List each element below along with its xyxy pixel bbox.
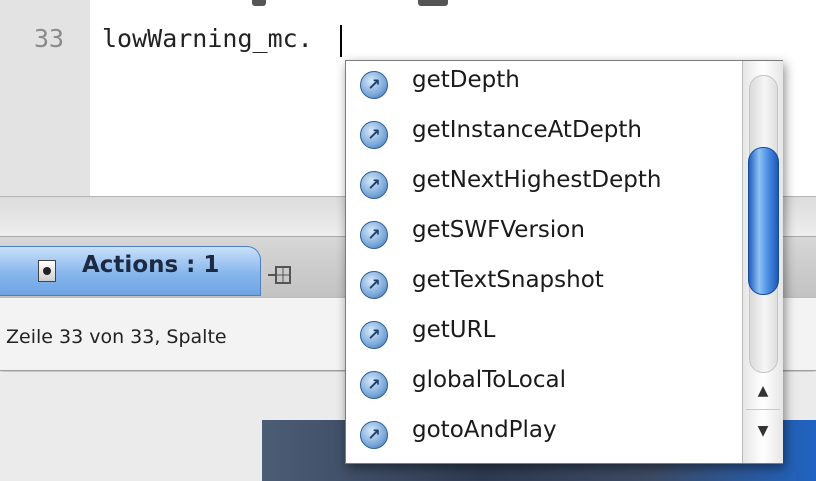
code-hint-item[interactable]: ↗ getDepth bbox=[346, 61, 742, 111]
code-hint-label: getInstanceAtDepth bbox=[412, 117, 642, 143]
code-hint-scrollbar[interactable]: ▲ ▼ bbox=[742, 61, 783, 463]
method-arrow-icon: ↗ bbox=[360, 221, 388, 249]
code-hint-item[interactable]: ↗ getURL bbox=[346, 311, 742, 361]
code-hint-label: getDepth bbox=[412, 67, 520, 93]
code-hint-list[interactable]: ↗ getDepth ↗ getInstanceAtDepth ↗ getNex… bbox=[346, 61, 742, 463]
code-line[interactable]: lowWarning_mc. bbox=[102, 24, 313, 53]
text-caret bbox=[340, 25, 342, 57]
scroll-thumb[interactable] bbox=[748, 147, 779, 295]
code-hint-label: getSWFVersion bbox=[412, 217, 585, 243]
code-hint-item[interactable]: ↗ getInstanceAtDepth bbox=[346, 111, 742, 161]
code-hint-label: getURL bbox=[412, 317, 496, 343]
document-icon bbox=[38, 260, 56, 282]
pin-icon[interactable] bbox=[268, 262, 296, 288]
method-arrow-icon: ↗ bbox=[360, 121, 388, 149]
code-hint-label: getTextSnapshot bbox=[412, 267, 604, 293]
clipped-text-fragment bbox=[252, 0, 266, 6]
line-number-gutter: 33 bbox=[0, 0, 90, 196]
code-hint-item[interactable]: ↗ gotoAndPlay bbox=[346, 411, 742, 461]
method-arrow-icon: ↗ bbox=[360, 71, 388, 99]
code-hint-label: globalToLocal bbox=[412, 367, 566, 393]
method-arrow-icon: ↗ bbox=[360, 171, 388, 199]
cursor-position-status: Zeile 33 von 33, Spalte bbox=[6, 326, 227, 348]
code-hint-item[interactable]: ↗ getSWFVersion bbox=[346, 211, 742, 261]
code-hint-popup[interactable]: ↗ getDepth ↗ getInstanceAtDepth ↗ getNex… bbox=[345, 60, 783, 464]
code-hint-item[interactable]: ↗ getTextSnapshot bbox=[346, 261, 742, 311]
code-hint-label: gotoAndPlay bbox=[412, 417, 557, 443]
method-arrow-icon: ↗ bbox=[360, 271, 388, 299]
code-hint-item[interactable]: ↗ globalToLocal bbox=[346, 361, 742, 411]
scroll-down-arrow-icon[interactable]: ▼ bbox=[746, 413, 780, 449]
method-arrow-icon: ↗ bbox=[360, 371, 388, 399]
scroll-up-arrow-icon[interactable]: ▲ bbox=[746, 373, 780, 410]
tab-actions-label: Actions : 1 bbox=[82, 252, 220, 278]
code-hint-label: getNextHighestDepth bbox=[412, 167, 662, 193]
method-arrow-icon: ↗ bbox=[360, 421, 388, 449]
line-number: 33 bbox=[34, 24, 65, 53]
clipped-text-fragment bbox=[418, 0, 448, 6]
code-hint-item[interactable]: ↗ getNextHighestDepth bbox=[346, 161, 742, 211]
method-arrow-icon: ↗ bbox=[360, 321, 388, 349]
